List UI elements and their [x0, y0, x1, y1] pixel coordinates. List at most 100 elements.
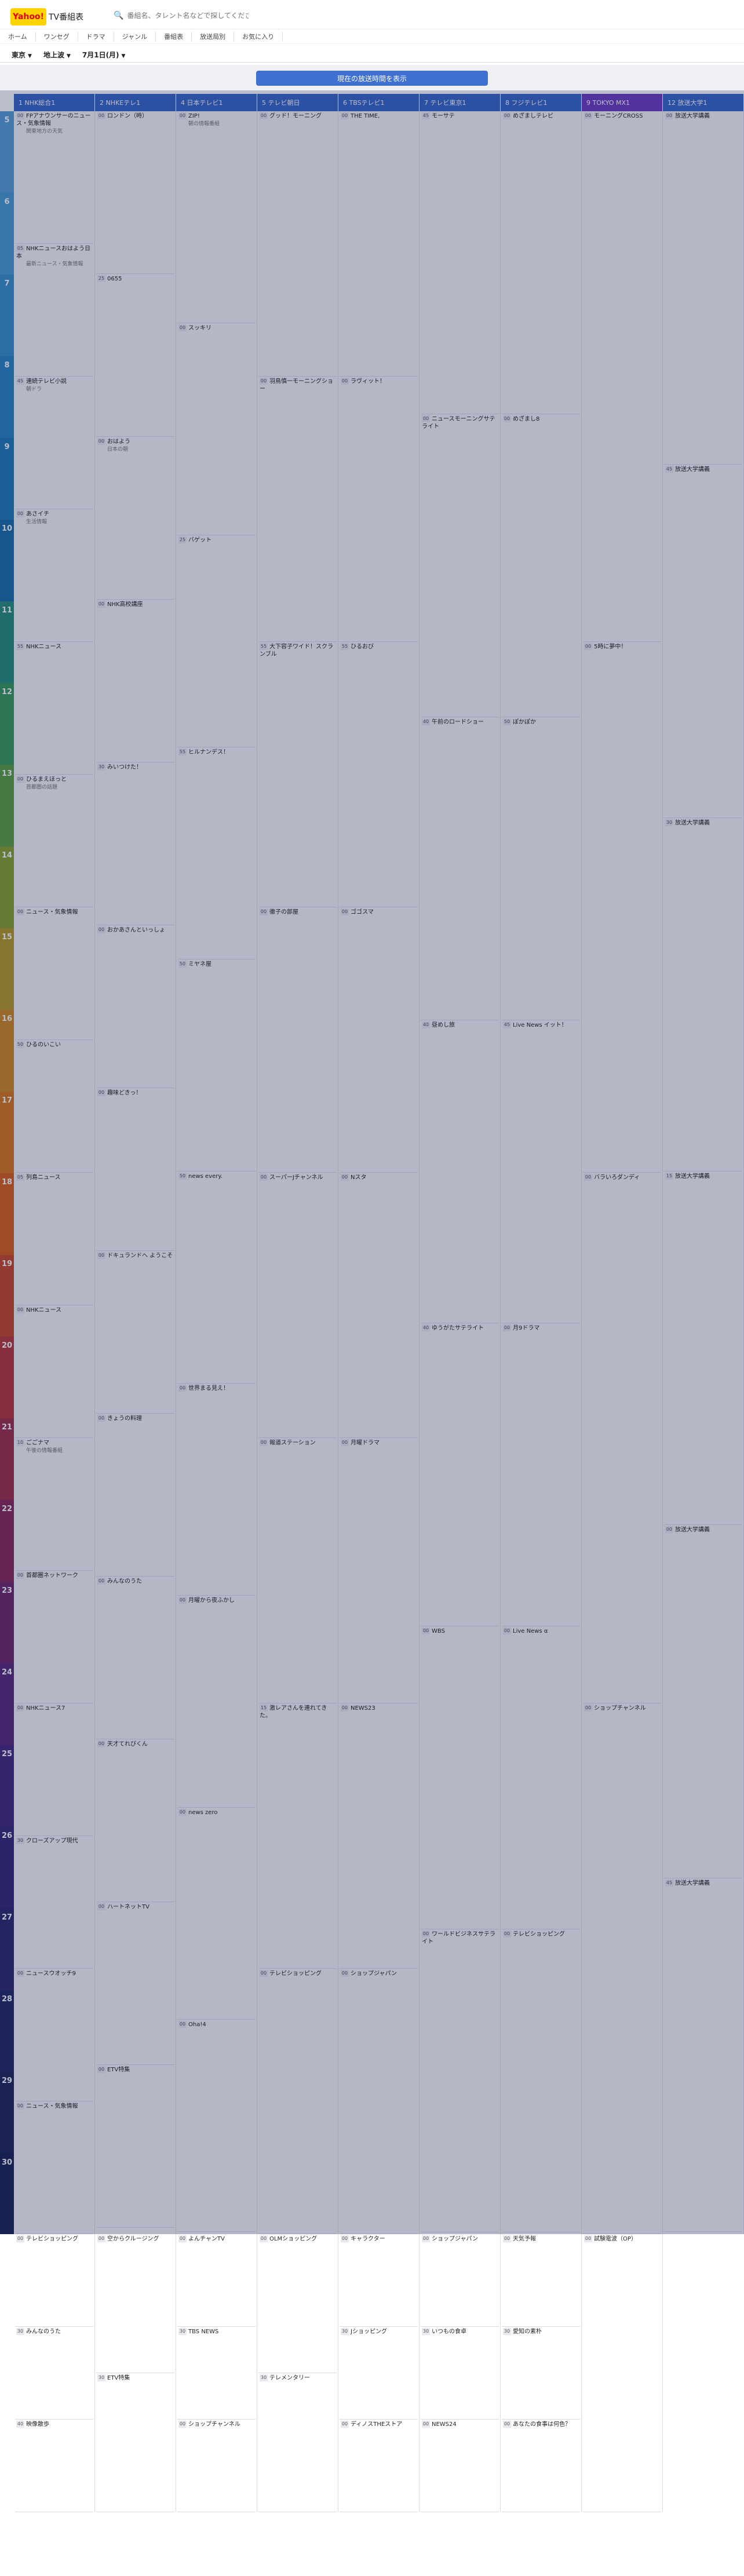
program-cell[interactable]: 25 0655: [96, 274, 174, 437]
program-cell[interactable]: 00 ひるまえほっと 首都圏の話題: [15, 775, 93, 907]
program-cell[interactable]: 55 NHKニュース: [15, 642, 93, 775]
program-cell[interactable]: 30 放送大学講義: [664, 818, 742, 1172]
program-cell[interactable]: 00 NHKニュース7: [15, 1703, 93, 1836]
menu-item[interactable]: お気に入り: [234, 32, 283, 41]
program-cell[interactable]: 10 ごごナマ 午後の情報番組: [15, 1438, 93, 1571]
program-cell[interactable]: 00 よんチャンTV: [177, 2234, 256, 2327]
program-cell[interactable]: 45 Live News イット！: [502, 1020, 580, 1323]
program-cell[interactable]: 00 ショップチャンネル: [177, 2420, 256, 2512]
program-cell[interactable]: 30 Jショッピング: [340, 2327, 418, 2420]
program-cell[interactable]: 00 おかあさんといっしょ: [96, 925, 174, 1088]
program-cell[interactable]: 55 ヒルナンデス！: [177, 747, 256, 959]
station-header[interactable]: 5 テレビ朝日: [257, 94, 338, 111]
menu-item[interactable]: 放送局別: [192, 32, 235, 41]
program-cell[interactable]: 00 グッド！モーニング: [258, 111, 337, 377]
program-cell[interactable]: 00 テレビショッピング: [502, 1929, 580, 2232]
program-cell[interactable]: 00 おはよう 日本の朝: [96, 437, 174, 600]
program-cell[interactable]: 00 月曜から夜ふかし: [177, 1596, 256, 1808]
program-cell[interactable]: 00 Nスタ: [340, 1173, 418, 1438]
station-header[interactable]: 1 NHK総合1: [14, 94, 95, 111]
program-cell[interactable]: 00 月曜ドラマ: [340, 1438, 418, 1703]
station-header[interactable]: 7 テレビ東京1: [420, 94, 501, 111]
program-cell[interactable]: 00 ロンドン（時）: [96, 111, 174, 274]
program-cell[interactable]: 00 あなたの食事は何色？: [502, 2420, 580, 2512]
program-cell[interactable]: 30 テレメンタリー: [258, 2373, 337, 2512]
program-cell[interactable]: 00 天気予報: [502, 2234, 580, 2327]
program-cell[interactable]: 55 大下容子ワイド！スクランブル: [258, 642, 337, 907]
search-icon[interactable]: 🔍: [114, 11, 123, 20]
program-cell[interactable]: 15 激レアさんを連れてきた。: [258, 1703, 337, 1969]
program-cell[interactable]: 00 空からクルージング: [96, 2234, 174, 2373]
program-cell[interactable]: 45 放送大学講義: [664, 465, 742, 818]
menu-item[interactable]: ワンセグ: [36, 32, 78, 41]
program-cell[interactable]: 55 ひるおび: [340, 642, 418, 907]
program-cell[interactable]: 00 放送大学講義: [664, 111, 742, 465]
program-cell[interactable]: 00 スーパーJチャンネル: [258, 1173, 337, 1438]
menu-item[interactable]: ホーム: [0, 32, 36, 41]
program-cell[interactable]: 00 FPアナウンサーのニュース・気象情報 関東地方の天気: [15, 111, 93, 244]
program-cell[interactable]: 00 報道ステーション: [258, 1438, 337, 1703]
program-cell[interactable]: 00 テレビショッピング: [15, 2234, 93, 2327]
program-cell[interactable]: 30 みいつけた！: [96, 762, 174, 925]
station-header[interactable]: 9 TOKYO MX1: [582, 94, 663, 111]
program-cell[interactable]: 00 ドキュランドへ ようこそ: [96, 1251, 174, 1414]
program-cell[interactable]: 00 news zero: [177, 1808, 256, 2020]
program-cell[interactable]: 00 放送大学講義: [664, 1525, 742, 1878]
program-cell[interactable]: 00 めざましテレビ: [502, 111, 580, 414]
program-cell[interactable]: 00 ラヴィット！: [340, 377, 418, 642]
program-cell[interactable]: 00 Live News α: [502, 1626, 580, 1929]
broadcast-select[interactable]: 地上波 ▼: [43, 50, 71, 60]
station-header[interactable]: 12 放送大学1: [663, 94, 744, 111]
program-cell[interactable]: 00 ショップジャパン: [421, 2234, 499, 2327]
program-cell[interactable]: 00 NHKニュース: [15, 1305, 93, 1438]
program-cell[interactable]: 00 ゴゴスマ: [340, 907, 418, 1173]
program-cell[interactable]: 00 天才てれびくん: [96, 1739, 174, 1902]
program-cell[interactable]: 00 5時に夢中！: [583, 642, 661, 1173]
program-cell[interactable]: 00 ショップチャンネル: [583, 1703, 661, 2234]
program-cell[interactable]: 00 ニュース・気象情報: [15, 907, 93, 1040]
program-cell[interactable]: 00 ニュースモーニングサテライト: [421, 414, 499, 717]
program-cell[interactable]: 30 みんなのうた: [15, 2327, 93, 2420]
program-cell[interactable]: 00 月9ドラマ: [502, 1323, 580, 1626]
program-cell[interactable]: 00 キャラクター: [340, 2234, 418, 2327]
program-cell[interactable]: 00 モーニングCROSS: [583, 111, 661, 642]
program-cell[interactable]: 45 放送大学講義: [664, 1878, 742, 2232]
program-cell[interactable]: 00 テレビショッピング: [258, 1969, 337, 2234]
program-cell[interactable]: 25 バゲット: [177, 535, 256, 747]
program-cell[interactable]: 00 きょうの料理: [96, 1414, 174, 1577]
program-cell[interactable]: 50 ミヤネ屋: [177, 959, 256, 1172]
program-cell[interactable]: 15 放送大学講義: [664, 1172, 742, 1525]
station-header[interactable]: 2 NHKEテレ1: [95, 94, 176, 111]
program-cell[interactable]: 00 WBS: [421, 1626, 499, 1929]
station-header[interactable]: 4 日本テレビ1: [176, 94, 257, 111]
program-cell[interactable]: 40 昼めし旅: [421, 1020, 499, 1323]
program-cell[interactable]: 00 みんなのうた: [96, 1577, 174, 1739]
date-select[interactable]: 7月1日(月) ▼: [82, 50, 126, 60]
station-header[interactable]: 8 フジテレビ1: [501, 94, 582, 111]
program-cell[interactable]: 50 news every.: [177, 1172, 256, 1384]
program-cell[interactable]: 00 ワールドビジネスサテライト: [421, 1929, 499, 2232]
program-cell[interactable]: 00 THE TIME,: [340, 111, 418, 377]
menu-item[interactable]: ジャンル: [114, 32, 156, 41]
program-cell[interactable]: 00 ハートネットTV: [96, 1902, 174, 2065]
search-input[interactable]: [127, 12, 249, 20]
program-cell[interactable]: 00 OLMショッピング: [258, 2234, 337, 2373]
program-cell[interactable]: 05 列島ニュース: [15, 1173, 93, 1305]
site-logo[interactable]: Yahoo!: [10, 8, 46, 25]
program-cell[interactable]: 40 映像散歩: [15, 2420, 93, 2512]
program-cell[interactable]: 00 ETV特集: [96, 2065, 174, 2228]
program-cell[interactable]: 00 ニュース・気象情報: [15, 2101, 93, 2234]
program-cell[interactable]: 00 徹子の部屋: [258, 907, 337, 1173]
program-cell[interactable]: 00 ニュースウオッチ9: [15, 1969, 93, 2101]
program-cell[interactable]: 50 ぽかぽか: [502, 717, 580, 1020]
program-cell[interactable]: 00 NEWS24: [421, 2420, 499, 2512]
program-cell[interactable]: 00 趣味どきっ！: [96, 1088, 174, 1251]
program-cell[interactable]: 00 首都圏ネットワーク: [15, 1571, 93, 1703]
program-cell[interactable]: 30 いつもの食卓: [421, 2327, 499, 2420]
program-cell[interactable]: 40 午前のロードショー: [421, 717, 499, 1020]
program-cell[interactable]: 00 スッキリ: [177, 323, 256, 535]
program-cell[interactable]: 05 NHKニュースおはよう日本 最新ニュース・気象情報: [15, 244, 93, 377]
program-cell[interactable]: 00 バラいろダンディ: [583, 1173, 661, 1703]
program-cell[interactable]: 00 試験電波（OP）: [583, 2234, 661, 2512]
program-cell[interactable]: 45 モーサテ: [421, 111, 499, 414]
